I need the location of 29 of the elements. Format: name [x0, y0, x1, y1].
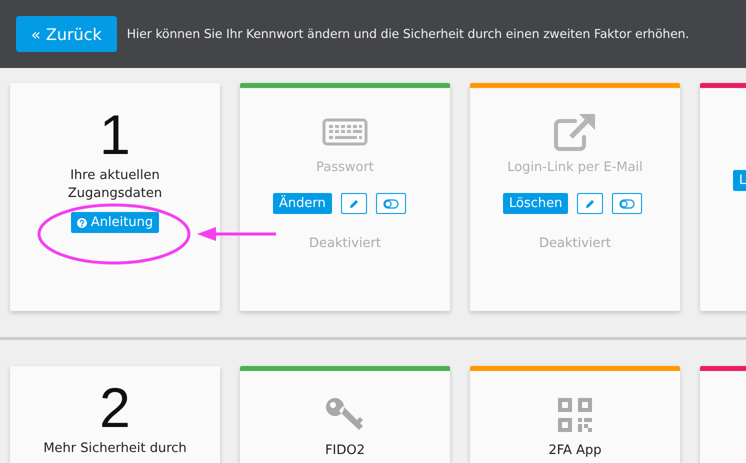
- question-icon: [76, 218, 87, 228]
- step-title: Mehr Sicherheit durch: [42, 440, 188, 458]
- status-text: Deaktiviert: [309, 236, 381, 251]
- step-title: Ihre aktuellen Zugangsdaten: [66, 167, 164, 203]
- back-button[interactable]: « Zurück: [16, 16, 117, 52]
- help-button[interactable]: Anleitung: [70, 212, 160, 233]
- keyboard-icon: [322, 118, 368, 146]
- toggle-icon: [619, 198, 636, 208]
- pencil-icon: [585, 198, 596, 208]
- qr-code-icon: [558, 398, 592, 432]
- action-button[interactable]: Löschen: [503, 193, 568, 214]
- action-button[interactable]: Ändern: [273, 193, 332, 214]
- header-description: Hier können Sie Ihr Kennwort ändern und die Sicherheit durch einen zweiten Faktor erhöhen.: [126, 27, 690, 41]
- toggle-icon: [382, 198, 399, 208]
- method-title: 2FA App: [548, 443, 602, 458]
- key-icon: [325, 397, 365, 433]
- edit-button[interactable]: [577, 193, 604, 214]
- step-number: 2: [99, 378, 131, 438]
- external-link-icon: [553, 113, 597, 151]
- method-title: Login-Link per E-Mail: [507, 160, 643, 175]
- method-title: FIDO2: [325, 443, 365, 458]
- toggle-button[interactable]: [612, 193, 642, 214]
- toggle-button[interactable]: [376, 193, 406, 214]
- edit-button[interactable]: [340, 193, 367, 214]
- pencil-icon: [348, 198, 359, 208]
- step-number: 1: [99, 105, 131, 165]
- method-title: Passwort: [316, 160, 374, 175]
- status-text: Deaktiviert: [539, 236, 611, 251]
- action-button[interactable]: L: [733, 170, 746, 191]
